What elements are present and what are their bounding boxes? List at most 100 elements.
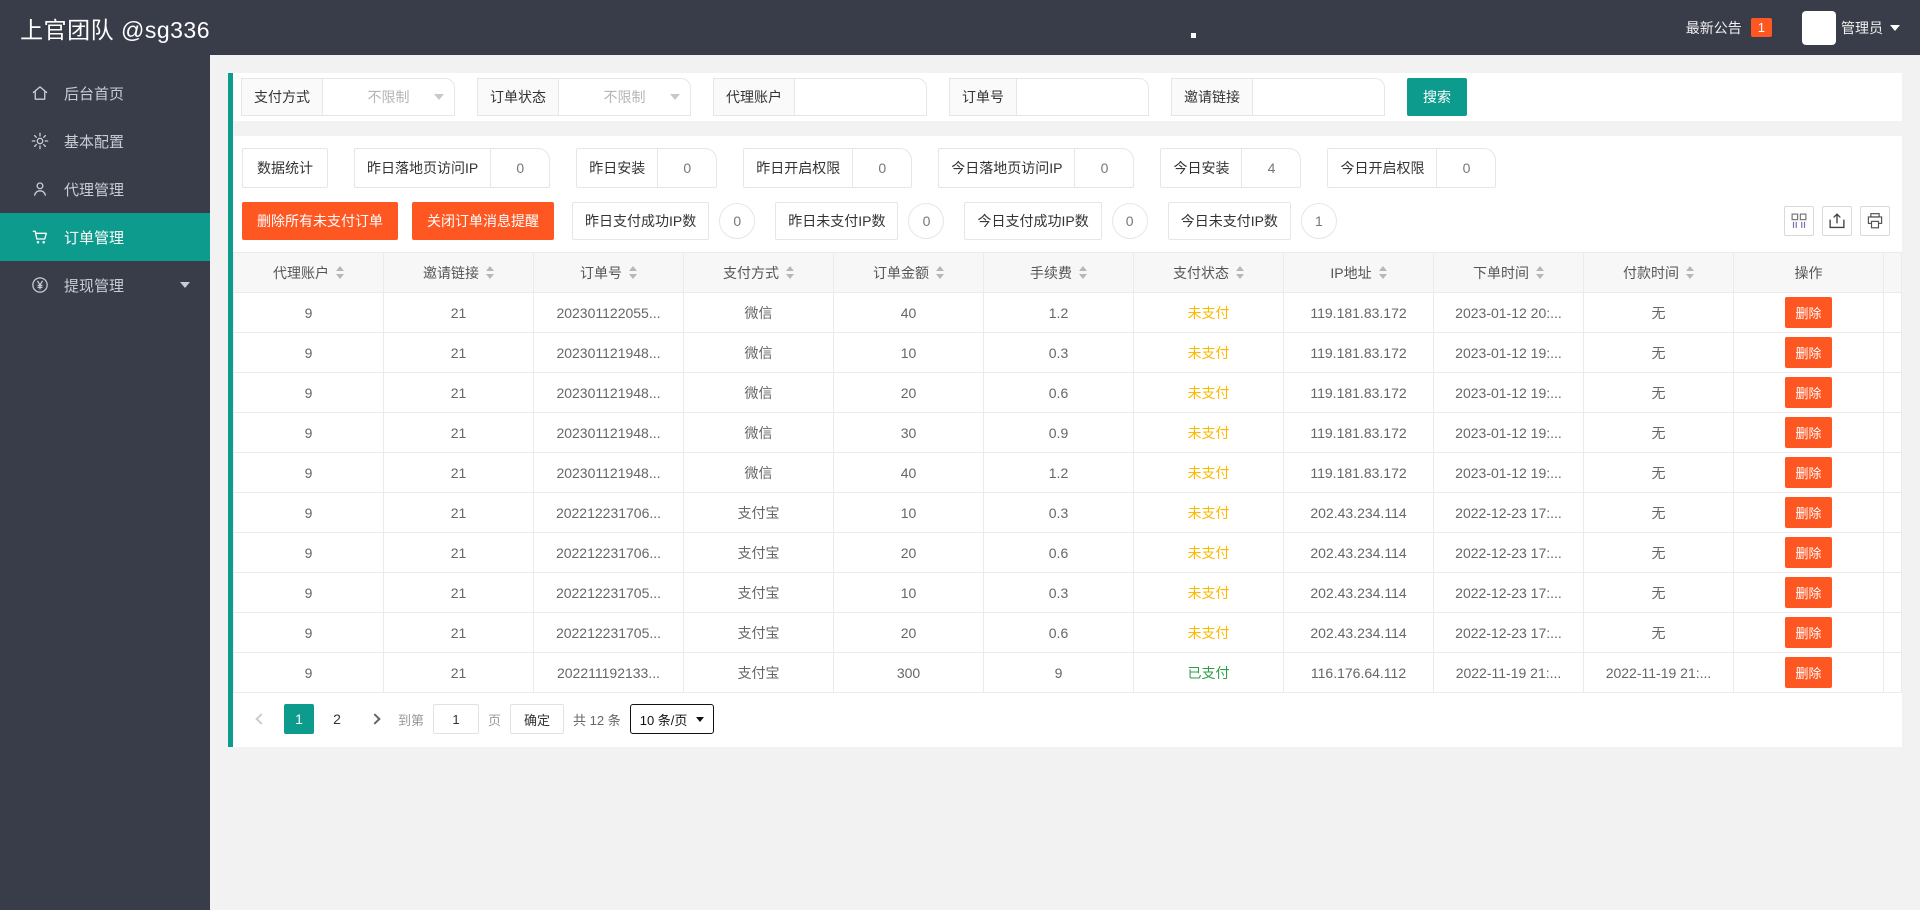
sort-asc-icon[interactable] — [1686, 266, 1694, 271]
sort-desc-icon[interactable] — [486, 274, 494, 279]
sort-desc-icon[interactable] — [936, 274, 944, 279]
cell-ip: 202.43.234.114 — [1283, 492, 1434, 533]
sort-icons[interactable] — [1236, 266, 1244, 279]
sort-icons[interactable] — [786, 266, 794, 279]
chevron-left-icon — [255, 713, 267, 725]
close-order-notify-button[interactable]: 关闭订单消息提醒 — [412, 202, 554, 240]
sort-desc-icon[interactable] — [1378, 274, 1387, 279]
column-header-3[interactable]: 支付方式 — [683, 252, 834, 293]
stat-label: 今日开启权限 — [1328, 149, 1438, 187]
column-header-6[interactable]: 支付状态 — [1133, 252, 1284, 293]
prev-page-button[interactable] — [247, 704, 275, 734]
per-page-select[interactable]: 10 条/页 — [629, 704, 715, 734]
column-header-0[interactable]: 代理账户 — [233, 252, 384, 293]
search-button[interactable]: 搜索 — [1407, 78, 1467, 116]
delete-button[interactable]: 删除 — [1785, 617, 1832, 648]
delete-button[interactable]: 删除 — [1785, 297, 1832, 328]
main-content: 支付方式 不限制 订单状态 不限制 代理账户 订单号 邀请链接 搜索 数据统计 昨日落地页访… — [210, 55, 1920, 910]
row-filler-cell — [1883, 372, 1902, 413]
delete-button[interactable]: 删除 — [1785, 337, 1832, 368]
sort-desc-icon[interactable] — [1079, 274, 1087, 279]
sort-icons[interactable] — [336, 266, 344, 279]
page-button-1[interactable]: 1 — [284, 704, 314, 734]
goto-unit: 页 — [488, 712, 502, 728]
user-menu[interactable]: 管理员 — [1802, 10, 1900, 45]
sort-icons[interactable] — [936, 266, 944, 279]
sort-asc-icon[interactable] — [1378, 266, 1387, 271]
page-button-2[interactable]: 2 — [322, 704, 352, 734]
filter-input-2[interactable] — [795, 78, 927, 116]
delete-all-unpaid-button[interactable]: 删除所有未支付订单 — [242, 202, 398, 240]
confirm-page-button[interactable]: 确定 — [510, 704, 565, 734]
delete-button[interactable]: 删除 — [1785, 457, 1832, 488]
sort-desc-icon[interactable] — [336, 274, 344, 279]
filter-input-4[interactable] — [1253, 78, 1385, 116]
chevron-down-icon — [434, 94, 444, 100]
cell-pay_method: 微信 — [683, 332, 834, 373]
next-page-button[interactable] — [361, 704, 389, 734]
sort-desc-icon[interactable] — [1686, 274, 1694, 279]
columns-button[interactable] — [1784, 206, 1814, 236]
goto-page-input[interactable] — [433, 704, 480, 734]
cell-order_no: 202212231705... — [533, 572, 684, 613]
sidebar-item-4[interactable]: 提现管理 — [0, 261, 210, 309]
cell-order_time: 2022-12-23 17:... — [1433, 492, 1584, 533]
filter-input-3[interactable] — [1017, 78, 1149, 116]
sort-asc-icon[interactable] — [786, 266, 794, 271]
sidebar-item-3[interactable]: 订单管理 — [0, 213, 210, 261]
cell-invite: 21 — [383, 532, 534, 573]
export-button[interactable] — [1822, 206, 1852, 236]
sort-icons[interactable] — [1079, 266, 1087, 279]
cell-order_time: 2023-01-12 19:... — [1433, 332, 1584, 373]
sort-icons[interactable] — [1536, 266, 1544, 279]
delete-button[interactable]: 删除 — [1785, 497, 1832, 528]
sort-asc-icon[interactable] — [486, 266, 494, 271]
column-header-7[interactable]: IP地址 — [1283, 252, 1434, 293]
sort-icons[interactable] — [486, 266, 494, 279]
filter-select-0[interactable]: 不限制 — [323, 78, 455, 116]
sort-asc-icon[interactable] — [1079, 266, 1087, 271]
column-header-1[interactable]: 邀请链接 — [383, 252, 534, 293]
sidebar-item-2[interactable]: 代理管理 — [0, 165, 210, 213]
sort-asc-icon[interactable] — [1236, 266, 1244, 271]
cell-agent: 9 — [233, 532, 384, 573]
delete-button[interactable]: 删除 — [1785, 537, 1832, 568]
sort-asc-icon[interactable] — [936, 266, 944, 271]
sort-asc-icon[interactable] — [629, 266, 637, 271]
column-header-2[interactable]: 订单号 — [533, 252, 684, 293]
sort-desc-icon[interactable] — [786, 274, 794, 279]
filter-select-1[interactable]: 不限制 — [559, 78, 691, 116]
sort-icons[interactable] — [629, 266, 637, 279]
column-header-5[interactable]: 手续费 — [983, 252, 1134, 293]
filter-label: 订单状态 — [477, 78, 559, 116]
row-filler-cell — [1883, 532, 1902, 573]
cell-agent: 9 — [233, 612, 384, 653]
sort-icons[interactable] — [1378, 266, 1387, 279]
sort-desc-icon[interactable] — [1236, 274, 1244, 279]
chevron-down-icon — [180, 282, 190, 288]
filter-label: 支付方式 — [241, 78, 323, 116]
sort-desc-icon[interactable] — [629, 274, 637, 279]
table-toolbar — [1784, 206, 1890, 236]
cell-status: 未支付 — [1133, 452, 1284, 493]
sidebar-item-0[interactable]: 后台首页 — [0, 69, 210, 117]
cell-status: 未支付 — [1133, 572, 1284, 613]
delete-button[interactable]: 删除 — [1785, 377, 1832, 408]
print-button[interactable] — [1860, 206, 1890, 236]
table-row: 9 21 202301122055... 微信 40 1.2 未支付 119.181.83.1… — [233, 292, 1902, 333]
delete-button[interactable]: 删除 — [1785, 417, 1832, 448]
announcement-count-badge: 1 — [1750, 18, 1772, 37]
header-right: 最新公告 1 管理员 — [1686, 10, 1920, 45]
column-header-8[interactable]: 下单时间 — [1433, 252, 1584, 293]
column-header-4[interactable]: 订单金额 — [833, 252, 984, 293]
cell-pay_time: 无 — [1583, 492, 1734, 533]
delete-button[interactable]: 删除 — [1785, 577, 1832, 608]
sort-asc-icon[interactable] — [336, 266, 344, 271]
sort-desc-icon[interactable] — [1536, 274, 1544, 279]
delete-button[interactable]: 删除 — [1785, 657, 1832, 688]
sidebar-item-1[interactable]: 基本配置 — [0, 117, 210, 165]
sort-icons[interactable] — [1686, 266, 1694, 279]
sort-asc-icon[interactable] — [1536, 266, 1544, 271]
column-header-9[interactable]: 付款时间 — [1583, 252, 1734, 293]
announcement-link[interactable]: 最新公告 1 — [1686, 18, 1772, 38]
